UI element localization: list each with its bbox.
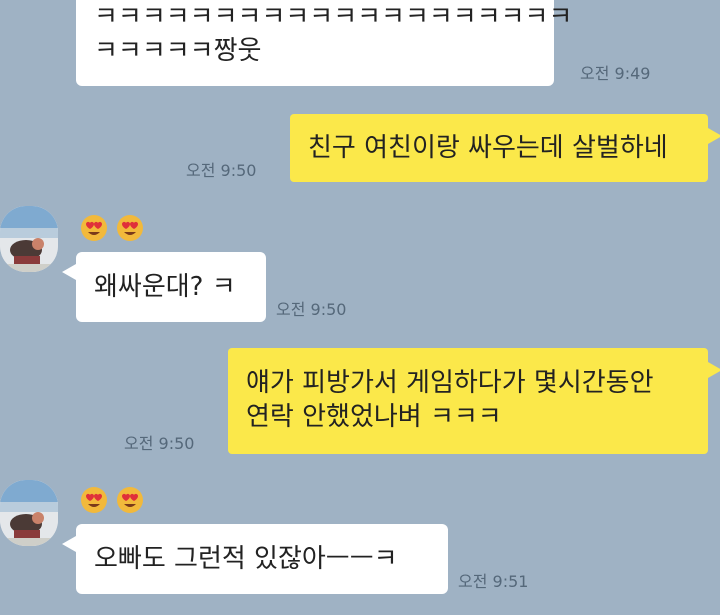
- avatar[interactable]: [0, 480, 58, 546]
- message-text-line: 친구 여친이랑 싸우는데 살벌하네: [308, 133, 668, 163]
- message-time: 오전 9:50: [186, 161, 257, 180]
- heart-eyes-emoji-icon: [81, 215, 107, 241]
- outgoing-message-bubble[interactable]: 얘가 피방가서 게임하다가 몇시간동안 연락 안했었나벼 ㅋㅋㅋ: [228, 348, 720, 454]
- incoming-message-bubble[interactable]: 왜싸운대? ㅋ: [62, 252, 266, 322]
- heart-eyes-emoji-icon: [117, 487, 143, 513]
- message-text-line: 왜싸운대? ㅋ: [94, 272, 236, 302]
- message-text-line: ㅋㅋㅋㅋㅋㅋㅋㅋㅋㅋㅋㅋㅋㅋㅋㅋㅋㅋㅋㅋ: [94, 2, 573, 32]
- profile-photo-icon: [0, 206, 58, 272]
- avatar[interactable]: [0, 206, 58, 272]
- message-text-line: 얘가 피방가서 게임하다가 몇시간동안: [246, 368, 654, 398]
- heart-eyes-emoji-icon: [81, 487, 107, 513]
- chat-view: ㅋㅋㅋㅋㅋㅋㅋㅋㅋㅋㅋㅋㅋㅋㅋㅋㅋㅋㅋㅋ ㅋㅋㅋㅋㅋ짱웃 오전 9:49 오전 …: [0, 0, 720, 615]
- message-text-line: ㅋㅋㅋㅋㅋ짱웃: [94, 36, 262, 66]
- profile-photo-icon: [0, 480, 58, 546]
- heart-eyes-emoji-icon: [117, 215, 143, 241]
- message-time: 오전 9:51: [458, 572, 529, 591]
- message-time: 오전 9:49: [580, 64, 651, 83]
- outgoing-message-bubble[interactable]: 친구 여친이랑 싸우는데 살벌하네: [290, 114, 720, 182]
- incoming-message-bubble[interactable]: 오빠도 그런적 있잖아ㅡㅡㅋ: [62, 524, 448, 594]
- message-text-line: 연락 안했었나벼 ㅋㅋㅋ: [246, 402, 502, 432]
- message-time: 오전 9:50: [124, 434, 195, 453]
- message-time: 오전 9:50: [276, 300, 347, 319]
- sender-emoji-row: [80, 214, 144, 242]
- sender-emoji-row: [80, 486, 144, 514]
- incoming-message-bubble[interactable]: ㅋㅋㅋㅋㅋㅋㅋㅋㅋㅋㅋㅋㅋㅋㅋㅋㅋㅋㅋㅋ ㅋㅋㅋㅋㅋ짱웃: [76, 0, 573, 86]
- message-text-line: 오빠도 그런적 있잖아ㅡㅡㅋ: [94, 544, 398, 574]
